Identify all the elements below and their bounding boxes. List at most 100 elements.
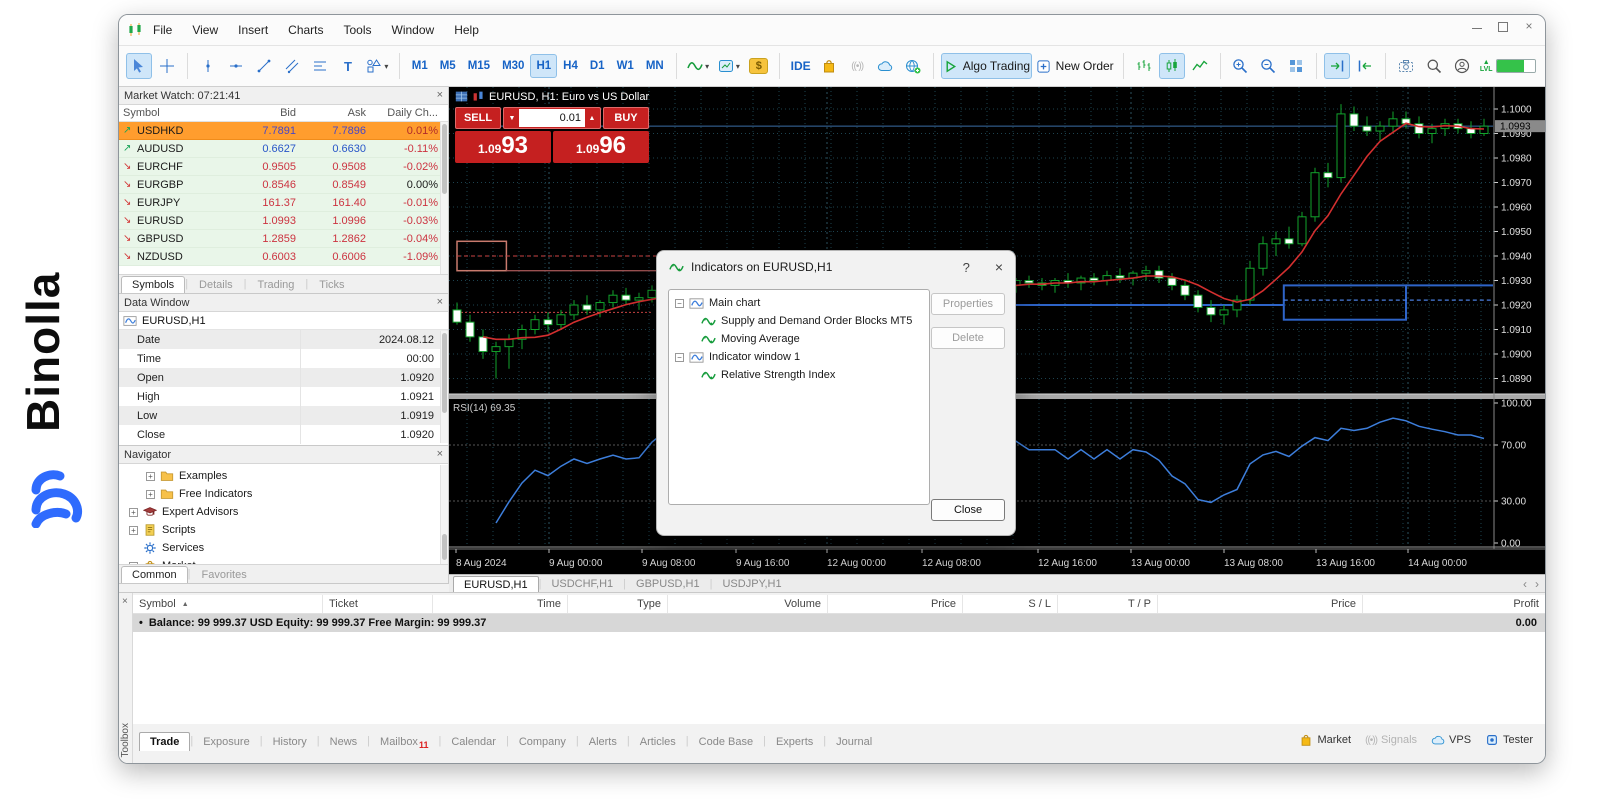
toolbox-tab-mailbox[interactable]: Mailbox 11 xyxy=(370,733,438,751)
line-chart-button[interactable] xyxy=(1187,53,1213,79)
indicator-tree-item[interactable]: − Indicator window 1 xyxy=(671,348,927,366)
close-icon[interactable]: × xyxy=(995,259,1003,275)
toolbox-tab-alerts[interactable]: Alerts xyxy=(579,733,627,751)
timeframe-mn[interactable]: MN xyxy=(640,54,670,78)
toolbox-tab-articles[interactable]: Articles xyxy=(630,733,686,751)
indicators-button[interactable]: ▾ xyxy=(684,53,713,79)
toolbox-tab-code-base[interactable]: Code Base xyxy=(689,733,763,751)
orders-column-profit[interactable]: Profit xyxy=(1363,595,1545,613)
signals-button[interactable]: ((•)) xyxy=(844,53,870,79)
orders-column-volume[interactable]: Volume xyxy=(668,595,828,613)
toolbox-tab-calendar[interactable]: Calendar xyxy=(441,733,506,751)
fibonacci-button[interactable] xyxy=(307,53,333,79)
indicator-tree-item[interactable]: − Main chart xyxy=(671,294,927,312)
menu-item-tools[interactable]: Tools xyxy=(344,23,372,37)
collapse-icon[interactable]: − xyxy=(675,352,684,362)
market-watch-row[interactable]: ↘ EURGBP 0.8546 0.8549 0.00% xyxy=(119,176,448,194)
orders-column-price[interactable]: Price xyxy=(828,595,963,613)
close-icon[interactable]: × xyxy=(437,90,443,101)
text-tool-button[interactable]: T xyxy=(335,53,361,79)
tab-trading[interactable]: Trading xyxy=(247,276,306,293)
orders-column-time[interactable]: Time xyxy=(433,595,568,613)
market-watch-row[interactable]: ↘ EURJPY 161.37 161.40 -0.01% xyxy=(119,194,448,212)
timeframe-h4[interactable]: H4 xyxy=(557,54,584,78)
expand-icon[interactable]: + xyxy=(129,507,138,517)
close-icon[interactable]: × xyxy=(437,449,443,460)
indicator-tree-item[interactable]: Relative Strength Index xyxy=(671,366,927,384)
tab-ticks[interactable]: Ticks xyxy=(308,276,355,293)
chart-tab-gbpusd-h1[interactable]: GBPUSD,H1 xyxy=(626,577,710,591)
menu-item-charts[interactable]: Charts xyxy=(288,23,323,37)
volume-value[interactable]: 0.01 xyxy=(519,109,585,127)
market-watch-row[interactable]: ↘ EURUSD 1.0993 1.0996 -0.03% xyxy=(119,212,448,230)
expand-icon[interactable]: + xyxy=(146,489,155,499)
levels-button[interactable]: ▲ LVL xyxy=(1477,53,1538,79)
column-header-1[interactable]: Bid xyxy=(232,107,302,119)
status-vps[interactable]: VPS xyxy=(1431,733,1471,747)
close-button[interactable]: Close xyxy=(931,499,1005,521)
column-header-2[interactable]: Ask xyxy=(302,107,372,119)
timeframe-w1[interactable]: W1 xyxy=(611,54,640,78)
sell-button[interactable]: SELL xyxy=(455,107,501,129)
auto-shift-button[interactable] xyxy=(1352,53,1378,79)
timeframe-m15[interactable]: M15 xyxy=(462,54,496,78)
chart-tab-eurusd-h1[interactable]: EURUSD,H1 xyxy=(453,575,539,592)
dollar-button[interactable]: $ xyxy=(745,53,772,79)
toolbox-tab-exposure[interactable]: Exposure xyxy=(193,733,259,751)
market-bag-button[interactable] xyxy=(816,53,842,79)
timeframe-m1[interactable]: M1 xyxy=(406,54,434,78)
algo-trading-button[interactable]: Algo Trading xyxy=(941,53,1032,79)
sidebar-item-free-indicators[interactable]: + Free Indicators xyxy=(119,485,448,503)
data-window-scrollbar[interactable] xyxy=(440,331,448,443)
status-signals[interactable]: ((•)) Signals xyxy=(1365,734,1417,746)
orders-column-price[interactable]: Price xyxy=(1158,595,1363,613)
tile-windows-button[interactable] xyxy=(1283,53,1309,79)
volume-increase-icon[interactable]: ▲ xyxy=(585,109,599,127)
timeframe-m30[interactable]: M30 xyxy=(496,54,530,78)
zoom-in-button[interactable] xyxy=(1227,53,1253,79)
status-market[interactable]: Market xyxy=(1299,733,1351,747)
properties-button[interactable]: Properties xyxy=(931,293,1005,315)
delete-button[interactable]: Delete xyxy=(931,327,1005,349)
horizontal-line-button[interactable] xyxy=(223,53,249,79)
market-watch-row[interactable]: ↘ EURCHF 0.9505 0.9508 -0.02% xyxy=(119,158,448,176)
tab-common[interactable]: Common xyxy=(121,566,188,583)
close-icon[interactable]: × xyxy=(122,596,128,607)
cursor-button[interactable] xyxy=(126,53,152,79)
tab-favorites[interactable]: Favorites xyxy=(190,566,257,583)
close-icon[interactable]: × xyxy=(1523,20,1535,32)
volume-decrease-icon[interactable]: ▼ xyxy=(505,109,519,127)
menu-item-view[interactable]: View xyxy=(192,23,218,37)
tab-scroll-left-icon[interactable]: ‹ xyxy=(1523,577,1527,591)
sidebar-item-services[interactable]: Services xyxy=(119,539,448,557)
market-watch-row[interactable]: ↘ GBPUSD 1.2859 1.2862 -0.04% xyxy=(119,230,448,248)
toolbox-tab-company[interactable]: Company xyxy=(509,733,576,751)
column-header-3[interactable]: Daily Ch... xyxy=(372,107,448,119)
timeframe-m5[interactable]: M5 xyxy=(434,54,462,78)
ide-button[interactable]: IDE xyxy=(787,53,814,79)
orders-column-tp[interactable]: T / P xyxy=(1058,595,1158,613)
screenshot-button[interactable] xyxy=(1393,53,1419,79)
tab-symbols[interactable]: Symbols xyxy=(121,276,186,293)
toolbox-tab-trade[interactable]: Trade xyxy=(139,732,191,751)
zoom-out-button[interactable] xyxy=(1255,53,1281,79)
tab-details[interactable]: Details xyxy=(188,276,244,293)
crosshair-button[interactable] xyxy=(154,53,180,79)
profile-button[interactable] xyxy=(1449,53,1475,79)
collapse-icon[interactable]: − xyxy=(675,298,684,308)
orders-column-sl[interactable]: S / L xyxy=(963,595,1058,613)
status-tester[interactable]: Tester xyxy=(1485,733,1533,747)
chart-tab-usdjpy-h1[interactable]: USDJPY,H1 xyxy=(712,577,791,591)
toolbox-tab-experts[interactable]: Experts xyxy=(766,733,823,751)
column-header-0[interactable]: Symbol xyxy=(119,107,232,119)
orders-column-type[interactable]: Type xyxy=(568,595,668,613)
indicator-tree-item[interactable]: Moving Average xyxy=(671,330,927,348)
tab-scroll-right-icon[interactable]: › xyxy=(1535,577,1539,591)
community-button[interactable] xyxy=(900,53,926,79)
menu-item-help[interactable]: Help xyxy=(454,23,479,37)
sell-price[interactable]: 1.09 93 xyxy=(455,131,551,163)
market-watch-row[interactable]: ↘ NZDUSD 0.6003 0.6006 -1.09% xyxy=(119,248,448,266)
market-watch-scrollbar[interactable] xyxy=(440,122,448,274)
toolbox-tab-news[interactable]: News xyxy=(320,733,368,751)
minimize-icon[interactable] xyxy=(1471,20,1483,32)
